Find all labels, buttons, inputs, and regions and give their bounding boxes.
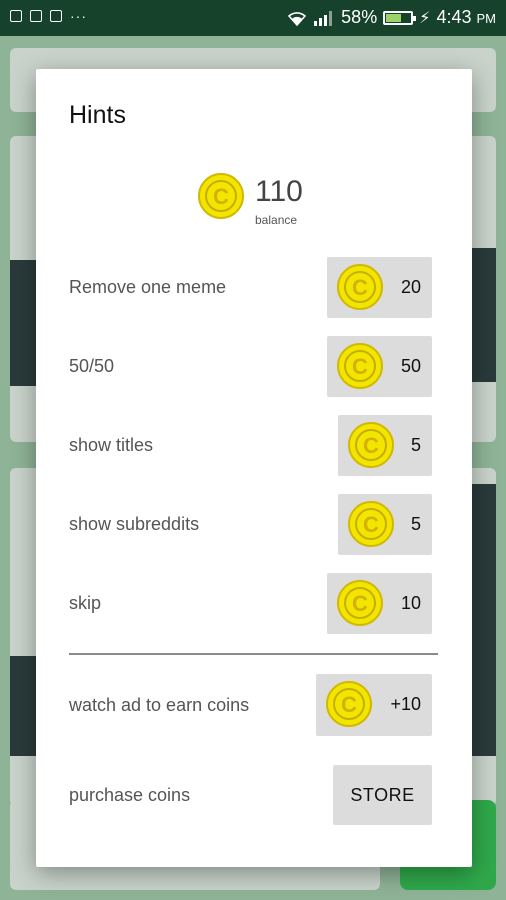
show-titles-button[interactable]: C 5	[338, 415, 432, 476]
coin-icon: C	[337, 343, 383, 389]
coin-icon: C	[337, 264, 383, 310]
coin-icon: C	[198, 173, 244, 219]
hint-label-show-titles: show titles	[69, 435, 154, 455]
skip-button[interactable]: C 10	[327, 573, 432, 634]
mail-icon	[50, 10, 62, 22]
status-bar: ··· 58% ⚡ 4:43 PM	[0, 0, 506, 36]
notification-icons: ···	[10, 8, 87, 24]
remove-one-meme-button[interactable]: C 20	[327, 257, 432, 318]
balance-value: 110	[255, 175, 303, 208]
lock-icon	[30, 10, 42, 22]
coin-icon: C	[348, 501, 394, 547]
hint-label-show-subreddits: show subreddits	[69, 514, 200, 534]
dialog-title: Hints	[69, 101, 126, 129]
purchase-coins-label: purchase coins	[69, 785, 191, 805]
show-subreddits-button[interactable]: C 5	[338, 494, 432, 555]
clock: 4:43 PM	[436, 7, 496, 27]
coin-icon: C	[348, 422, 394, 468]
hint-label-skip: skip	[69, 593, 102, 613]
coin-icon: C	[326, 681, 372, 727]
watch-ad-button[interactable]: C +10	[316, 674, 432, 736]
store-button[interactable]: STORE	[333, 765, 432, 825]
more-notifications-icon: ···	[70, 8, 87, 24]
price-value: 10	[400, 593, 421, 613]
price-value: 5	[410, 435, 421, 455]
coin-icon: C	[337, 580, 383, 626]
wifi-icon	[288, 11, 307, 26]
earn-coins-label: watch ad to earn coins	[69, 695, 250, 715]
background-image	[470, 248, 496, 382]
price-value: 50	[400, 356, 421, 376]
battery-icon	[383, 10, 417, 25]
hint-label-fifty-fifty: 50/50	[69, 356, 115, 376]
signal-icon	[314, 10, 333, 26]
reward-value: +10	[390, 694, 421, 714]
fifty-fifty-button[interactable]: C 50	[327, 336, 432, 397]
battery-percent: 58%	[341, 7, 378, 27]
charging-icon: ⚡	[419, 9, 431, 27]
background-image	[470, 484, 496, 756]
price-value: 5	[410, 514, 421, 534]
hint-label-remove-one-meme: Remove one meme	[69, 277, 227, 297]
price-value: 20	[400, 277, 421, 297]
image-icon	[10, 10, 22, 22]
hints-dialog: Hints C 110 balance Remove one meme C 20…	[36, 69, 472, 867]
divider	[69, 653, 438, 655]
balance-label: balance	[255, 213, 298, 227]
